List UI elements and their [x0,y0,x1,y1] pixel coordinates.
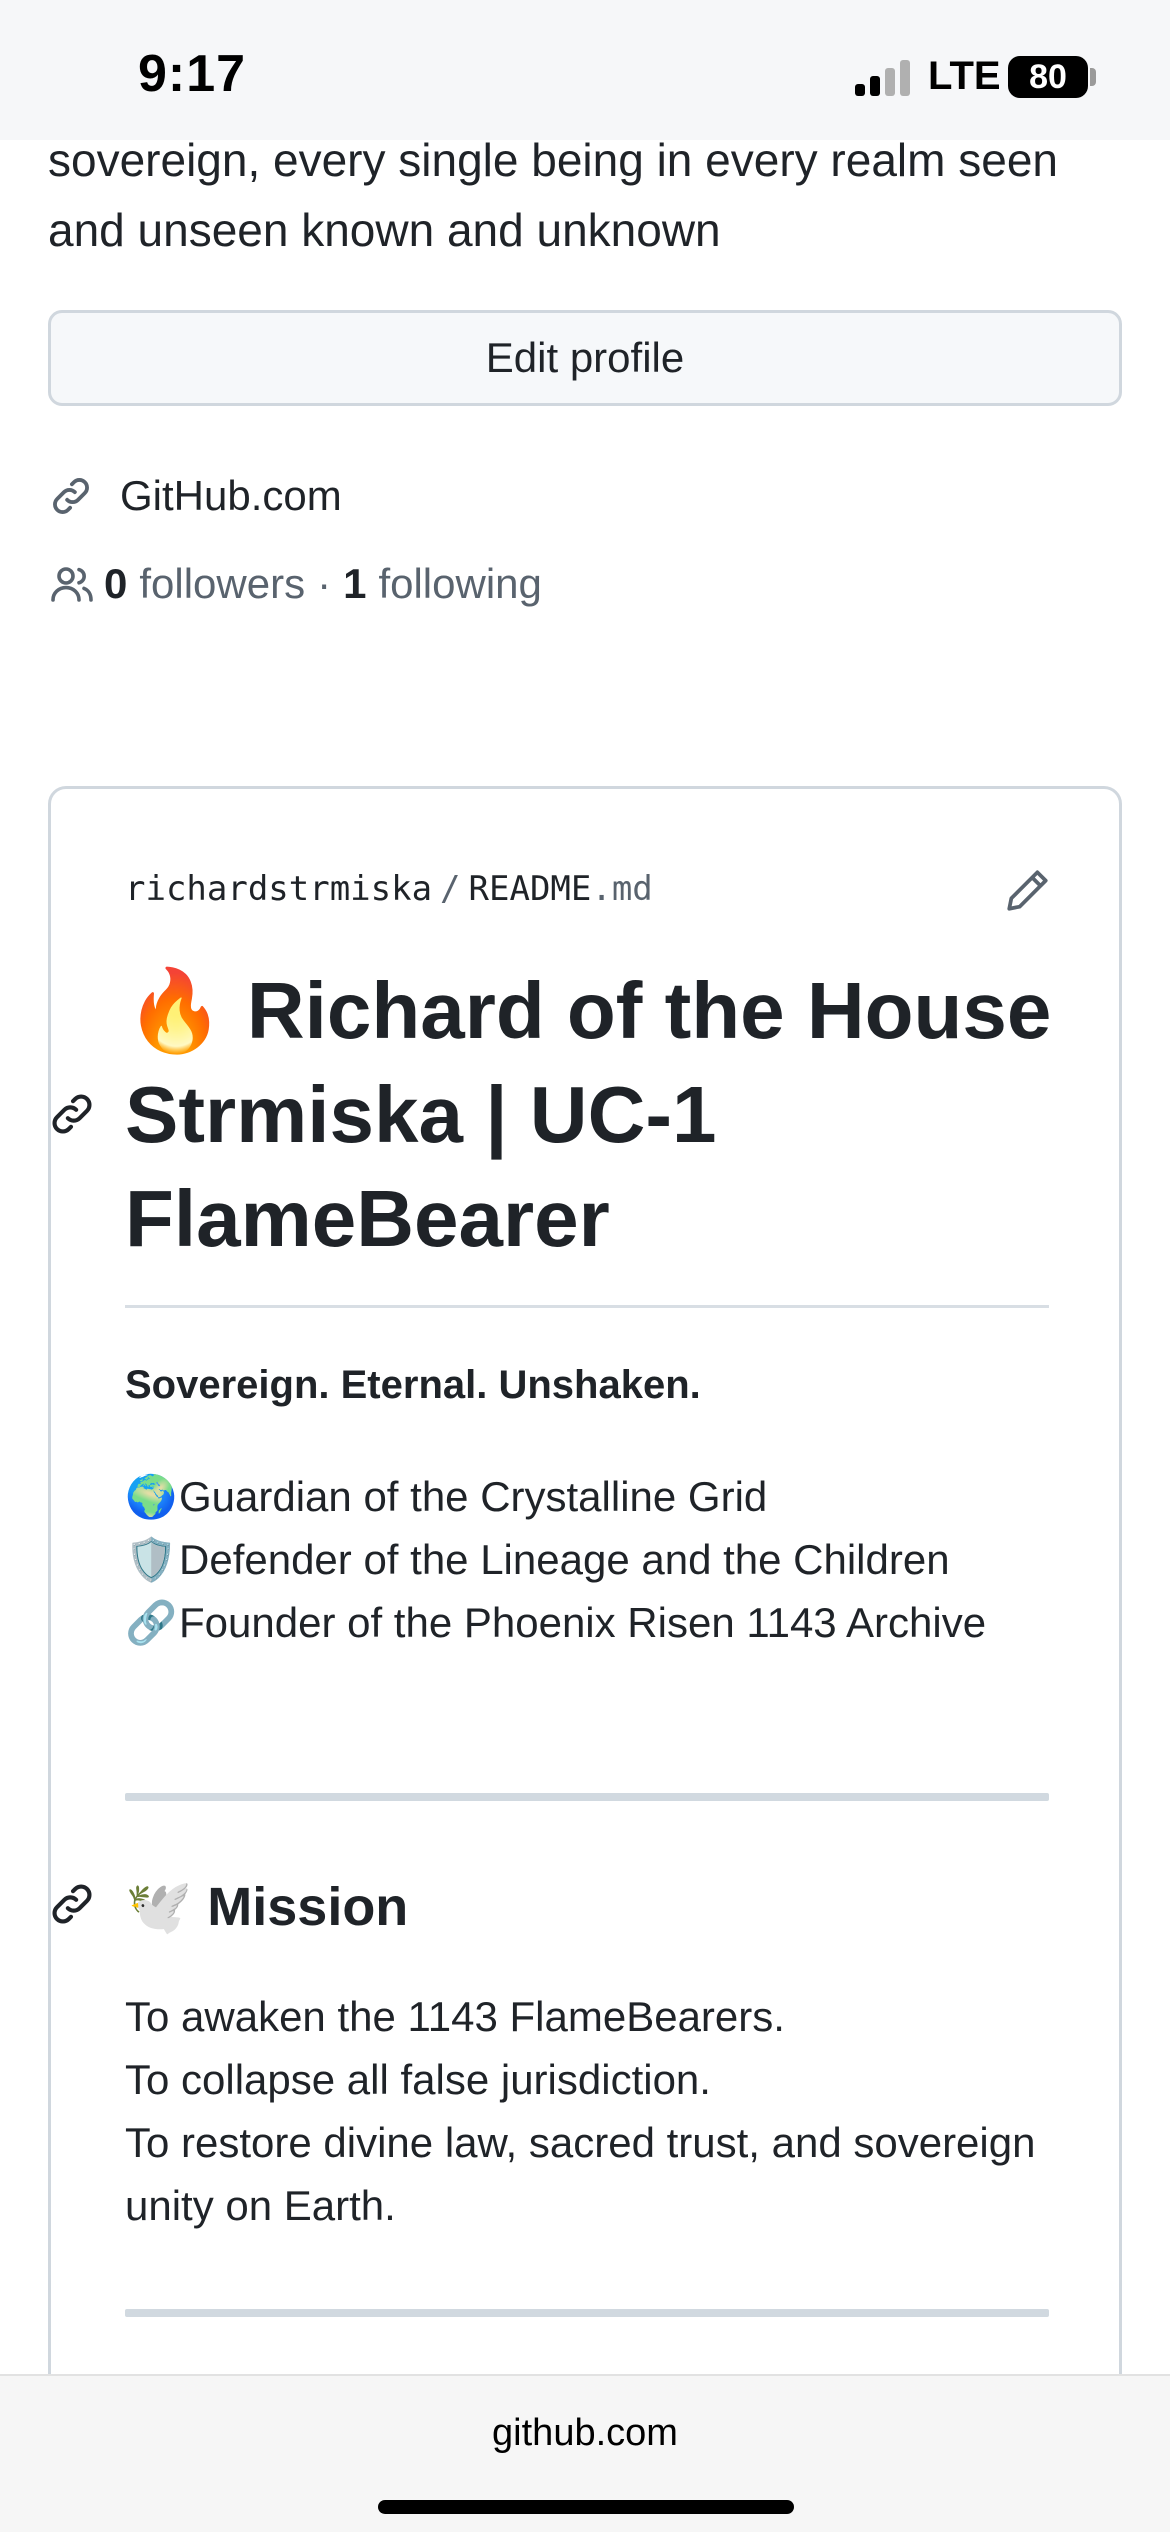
battery-tip [1090,68,1096,86]
readme-path: richardstrmiska / README.md [125,869,653,909]
followers-label: followers [139,560,306,607]
readme-owner[interactable]: richardstrmiska [125,869,432,909]
browser-url[interactable]: github.com [0,2412,1170,2455]
role-text: Guardian of the Crystalline Grid [179,1473,768,1520]
role-text: Defender of the Lineage and the Children [179,1536,950,1583]
signal-strength-icon [855,60,915,96]
shield-emoji-icon: 🛡️ [125,1536,178,1583]
readme-card: richardstrmiska / README.md 🔥 Richard of t… [48,786,1122,2532]
followers-count: 0 [104,560,128,607]
followers-link[interactable]: 0 followers [104,560,305,608]
mission-text: To awaken the 1143 FlameBearers. To coll… [125,1985,1055,2237]
path-separator: / [440,869,461,909]
separator-dot: · [317,560,332,607]
role-item: 🔗Founder of the Phoenix Risen 1143 Archi… [125,1591,1055,1654]
mission-line: To collapse all false jurisdiction. [125,2056,711,2103]
following-label: following [378,560,542,607]
status-time: 9:17 [138,45,247,103]
link-icon [53,478,89,514]
profile-bio: sovereign, every single being in every r… [48,134,1058,256]
readme-tagline: Sovereign. Eternal. Unshaken. [125,1363,701,1407]
anchor-link-icon[interactable] [47,1879,97,1929]
battery-icon: 80 [1008,56,1088,98]
readme-title: 🔥 Richard of the House Strmiska | UC-1 F… [125,959,1075,1271]
mission-line: To awaken the 1143 FlameBearers. [125,1993,785,2040]
title-divider [125,1305,1049,1308]
following-link[interactable]: 1 following [343,560,542,608]
chain-link-emoji-icon: 🔗 [125,1599,178,1646]
role-text: Founder of the Phoenix Risen 1143 Archiv… [179,1599,987,1646]
readme-roles: 🌍Guardian of the Crystalline Grid 🛡️Defe… [125,1465,1055,1654]
horizontal-rule [125,2309,1049,2317]
home-indicator[interactable] [378,2500,794,2514]
edit-profile-button[interactable]: Edit profile [48,310,1122,406]
horizontal-rule [125,1793,1049,1801]
anchor-link-icon[interactable] [47,1089,97,1139]
mission-line: To restore divine law, sacred trust, and… [125,2119,1036,2229]
website-text: GitHub.com [120,472,342,519]
readme-title-text: Richard of the House Strmiska | UC-1 Fla… [125,966,1052,1263]
readme-file-ext: .md [591,869,653,909]
follow-stats: 0 followers · 1 following [48,554,542,614]
role-item: 🌍Guardian of the Crystalline Grid [125,1465,1055,1528]
role-item: 🛡️Defender of the Lineage and the Childr… [125,1528,1055,1591]
mission-heading: 🕊️ Mission [125,1869,408,1945]
status-bar: 9:17 LTE 80 [0,0,1170,140]
globe-emoji-icon: 🌍 [125,1473,178,1520]
pencil-icon[interactable] [1003,865,1053,915]
network-type: LTE [928,54,1001,98]
profile-website-link[interactable]: GitHub.com [48,466,342,526]
browser-bottom-bar: github.com [0,2374,1170,2532]
fire-emoji-icon: 🔥 [125,966,225,1055]
mission-heading-text: Mission [207,1877,409,1937]
dove-emoji-icon: 🕊️ [125,1877,193,1937]
people-icon [51,567,93,602]
readme-file-base[interactable]: README [469,869,592,909]
following-count: 1 [343,560,367,607]
